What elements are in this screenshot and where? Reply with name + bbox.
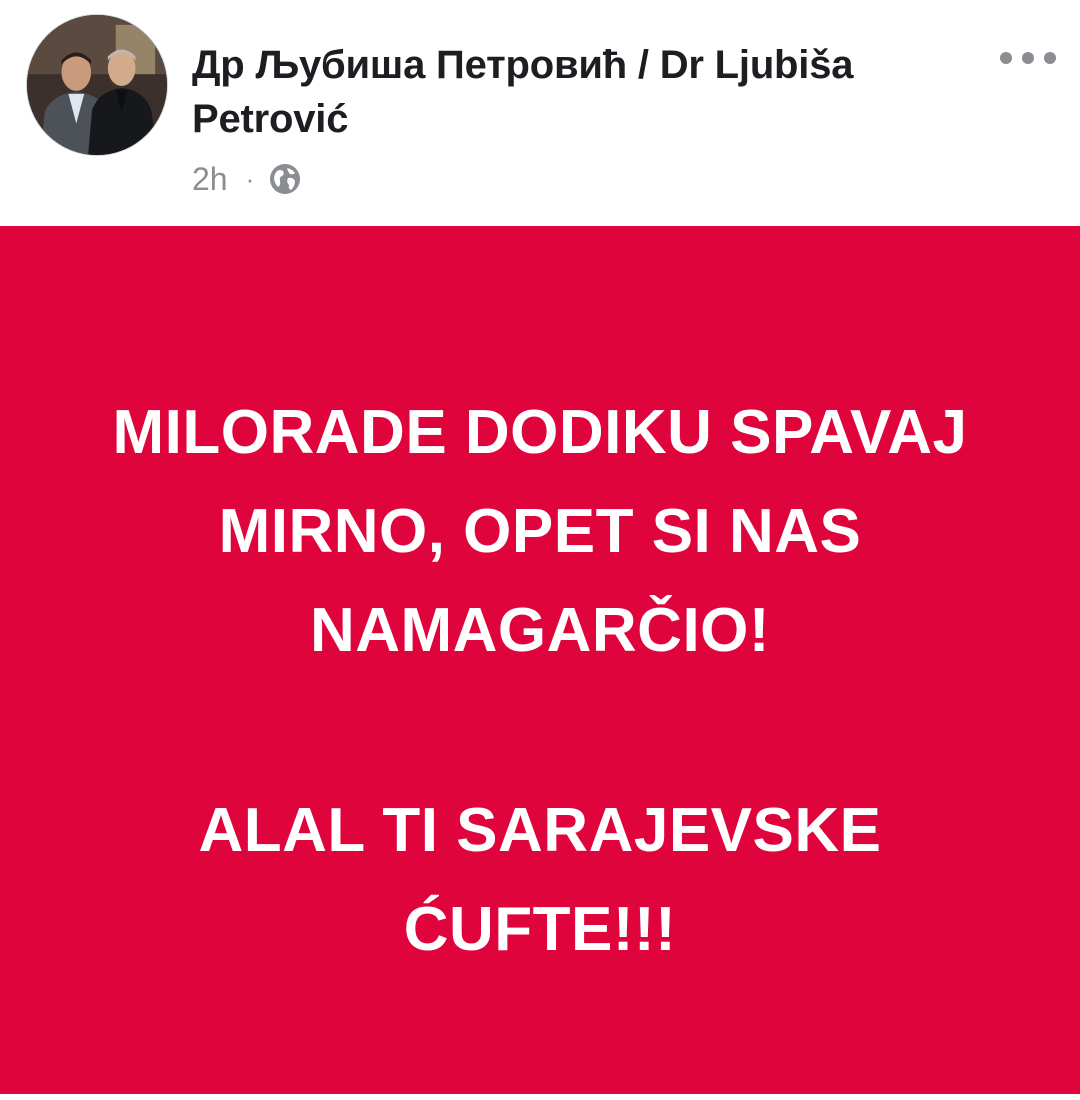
more-dot <box>1044 52 1056 64</box>
more-dot <box>1022 52 1034 64</box>
more-dot <box>1000 52 1012 64</box>
post-timestamp[interactable]: 2h <box>192 161 228 198</box>
meta-separator: · <box>245 163 255 194</box>
author-name[interactable]: Др Љубиша Петровић / Dr Ljubiša Petrović <box>192 38 982 146</box>
facebook-post: Др Љубиша Петровић / Dr Ljubiša Petrović… <box>0 0 1080 1100</box>
avatar-photo <box>27 15 167 155</box>
post-text-secondary: ALAL TI SARAJEVSKE ĆUFTE!!! <box>198 796 882 964</box>
post-header: Др Љубиша Петровић / Dr Ljubiša Petrović… <box>0 0 1080 226</box>
author-avatar[interactable] <box>26 14 168 156</box>
more-options-icon[interactable] <box>996 38 1060 78</box>
post-content-card[interactable]: MILORADE DODIKU SPAVAJ MIRNO, OPET SI NA… <box>0 226 1080 1094</box>
globe-icon[interactable] <box>268 162 302 196</box>
post-meta: 2h · <box>192 156 302 202</box>
post-bottom-divider <box>0 1094 1080 1100</box>
post-text-main: MILORADE DODIKU SPAVAJ MIRNO, OPET SI NA… <box>112 398 968 665</box>
